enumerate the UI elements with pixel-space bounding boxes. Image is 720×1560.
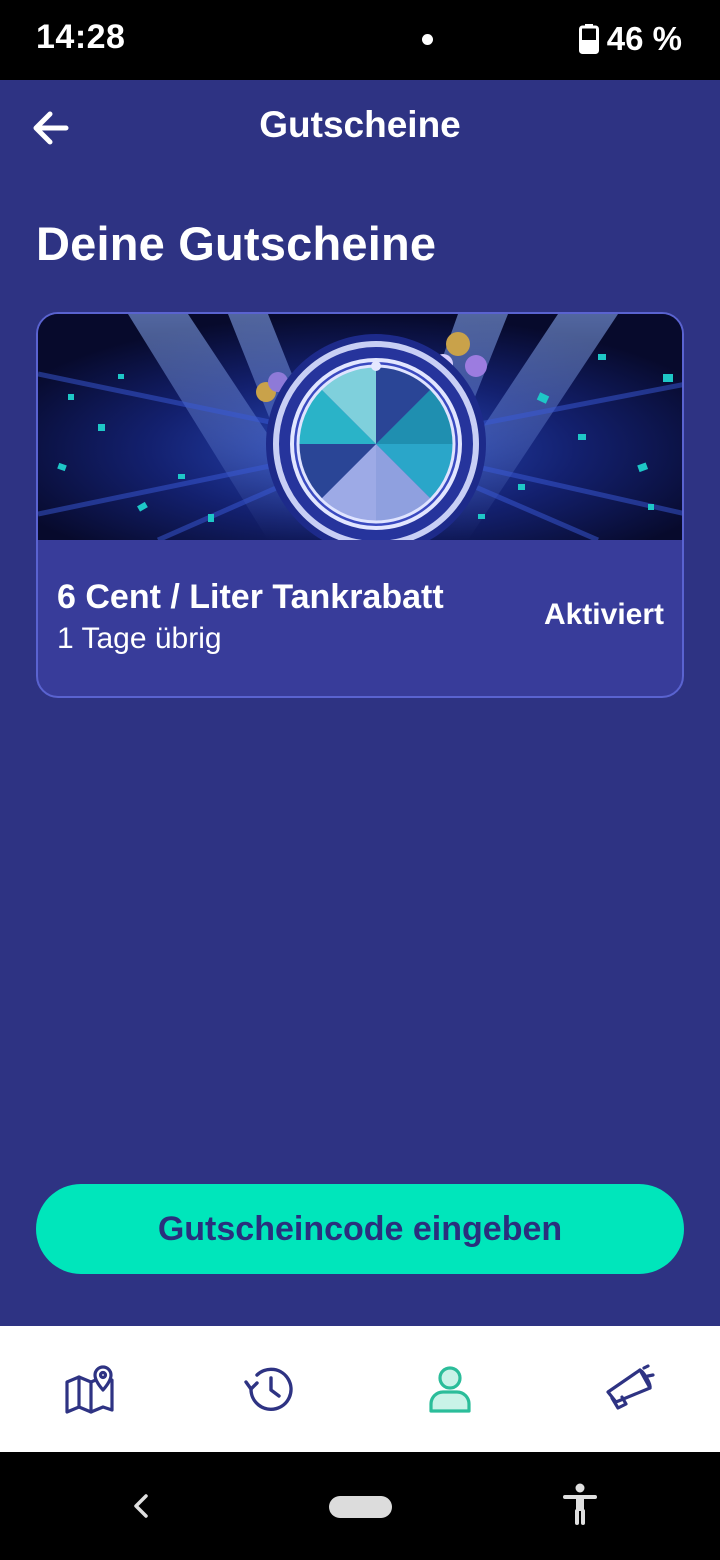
notification-dot-icon xyxy=(422,34,433,45)
prize-wheel-image xyxy=(38,314,682,540)
voucher-status-badge: Aktiviert xyxy=(543,598,664,631)
tab-profile[interactable] xyxy=(360,1326,540,1452)
tab-history[interactable] xyxy=(180,1326,360,1452)
enter-voucher-code-button[interactable]: Gutscheincode eingeben xyxy=(36,1184,684,1274)
voucher-remaining-days: 1 Tage übrig xyxy=(57,622,222,655)
battery-icon xyxy=(578,24,599,54)
history-icon xyxy=(244,1367,293,1411)
accessibility-icon[interactable] xyxy=(560,1482,600,1528)
system-navigation-bar xyxy=(0,1452,720,1560)
tab-news[interactable] xyxy=(540,1326,720,1452)
status-bar: 14:28 46 % xyxy=(0,0,720,80)
app-header: Gutscheine xyxy=(0,80,720,176)
tab-map[interactable] xyxy=(0,1326,180,1452)
profile-icon xyxy=(429,1366,471,1413)
system-back-icon[interactable] xyxy=(126,1488,156,1524)
status-time: 14:28 xyxy=(36,18,126,56)
voucher-title: 6 Cent / Liter Tankrabatt xyxy=(57,578,444,616)
voucher-card[interactable]: 6 Cent / Liter Tankrabatt 1 Tage übrig A… xyxy=(36,312,684,698)
battery-indicator: 46 % xyxy=(578,20,682,58)
vouchers-screen: Gutscheine Deine Gutscheine 6 Cent / Lit… xyxy=(0,80,720,1326)
page-heading: Deine Gutscheine xyxy=(36,217,437,270)
system-home-button[interactable] xyxy=(329,1496,392,1518)
battery-percentage: 46 % xyxy=(606,20,682,57)
bottom-tab-bar xyxy=(0,1326,720,1452)
header-title: Gutscheine xyxy=(259,104,461,145)
map-pin-icon xyxy=(65,1365,114,1414)
megaphone-icon xyxy=(606,1364,655,1410)
